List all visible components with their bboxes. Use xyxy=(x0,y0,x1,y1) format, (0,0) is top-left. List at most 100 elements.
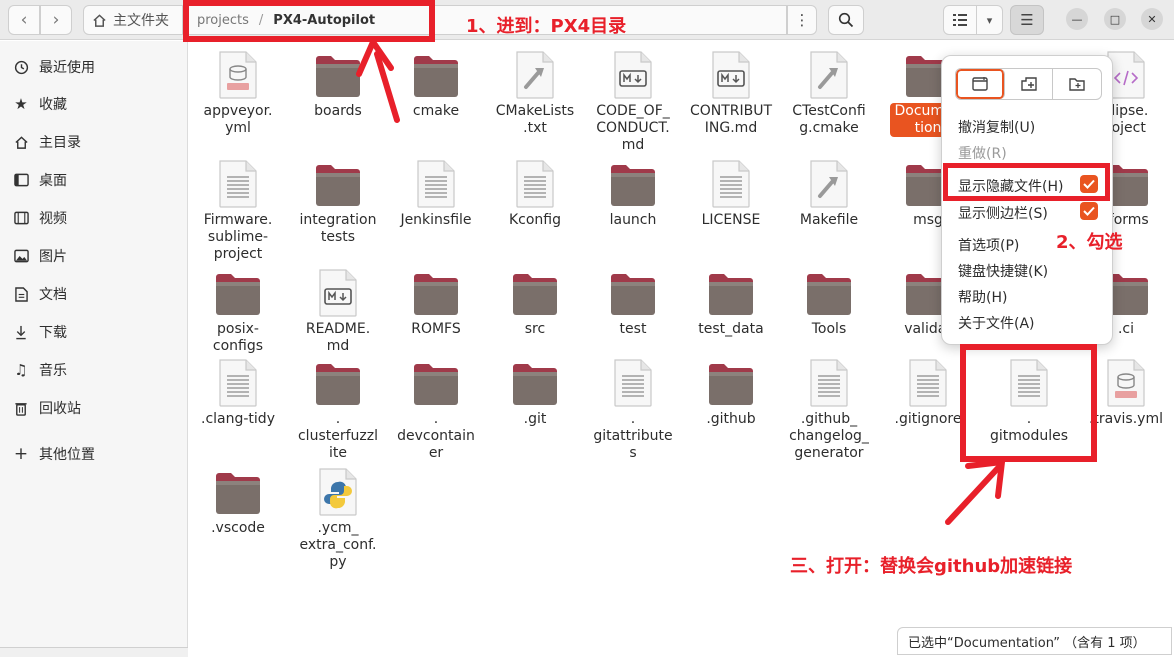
sidebar-item-label: 桌面 xyxy=(39,173,67,189)
document-icon xyxy=(12,286,30,302)
menu-item[interactable]: 帮助(H) xyxy=(958,287,1108,307)
file-item[interactable]: CONTRIBUT ING.md xyxy=(682,49,780,137)
file-item[interactable]: CMakeLists .txt xyxy=(486,49,584,137)
item-label: README. md xyxy=(305,321,371,354)
sidebar-item-trash[interactable]: 回收站 xyxy=(0,392,188,424)
sidebar-item-clock[interactable]: 最近使用 xyxy=(0,51,188,83)
item-label: ROMFS xyxy=(411,321,461,337)
folder-item[interactable]: test_data xyxy=(682,267,780,338)
markdown-icon xyxy=(612,49,654,99)
new-folder-button[interactable] xyxy=(1053,69,1101,99)
folder-icon xyxy=(805,267,853,317)
text-icon xyxy=(907,357,949,407)
folder-item[interactable]: . clusterfuzzl ite xyxy=(289,357,387,462)
annotation-arrow-up-icon xyxy=(356,40,400,123)
folder-item[interactable]: test xyxy=(584,267,682,338)
sidebar-item-label: 图片 xyxy=(39,249,67,265)
annotation-box-hidden-files xyxy=(943,163,1110,201)
folder-item[interactable]: .github xyxy=(682,357,780,428)
list-view-button[interactable] xyxy=(943,5,977,35)
annotation-box-path xyxy=(183,0,435,42)
text-icon xyxy=(710,158,752,208)
menu-item[interactable]: 键盘快捷键(K) xyxy=(958,261,1108,281)
file-item[interactable]: README. md xyxy=(289,267,387,355)
file-item[interactable]: appveyor. yml xyxy=(189,49,287,137)
sidebar-item-picture[interactable]: 图片 xyxy=(0,240,188,272)
text-icon xyxy=(415,158,457,208)
file-item[interactable]: Makefile xyxy=(780,158,878,229)
file-item[interactable]: LICENSE xyxy=(682,158,780,229)
maximize-icon: □ xyxy=(1109,12,1121,26)
menu-item[interactable]: 撤消复制(U) xyxy=(958,117,1108,137)
item-label: . devcontain er xyxy=(397,411,475,461)
sidebar-item-star[interactable]: ★ 收藏 xyxy=(0,88,188,120)
close-button[interactable]: ✕ xyxy=(1141,8,1163,30)
path-home-button[interactable]: 主文件夹 xyxy=(83,5,183,35)
menu-item[interactable]: 关于文件(A) xyxy=(958,313,1108,333)
new-window-button[interactable] xyxy=(956,69,1005,99)
item-label: .github_ changelog_ generator xyxy=(789,411,869,461)
back-button[interactable]: ‹ xyxy=(8,5,40,35)
item-label: .git xyxy=(523,411,547,427)
view-options-dropdown[interactable]: ▾ xyxy=(977,5,1003,35)
sidebar-item-download[interactable]: 下载 xyxy=(0,316,188,348)
forward-button[interactable]: › xyxy=(40,5,72,35)
item-label: CMakeLists .txt xyxy=(495,103,575,136)
folder-item[interactable]: . devcontain er xyxy=(387,357,485,462)
folder-item[interactable]: posix- configs xyxy=(189,267,287,355)
script-icon xyxy=(808,158,850,208)
folder-item[interactable]: src xyxy=(486,267,584,338)
sidebar-item-document[interactable]: 文档 xyxy=(0,278,188,310)
text-icon xyxy=(514,158,556,208)
folder-item[interactable]: .vscode xyxy=(189,466,287,537)
path-menu-button[interactable]: ⋮ xyxy=(787,5,817,35)
minimize-icon: — xyxy=(1071,12,1083,26)
file-item[interactable]: .ycm_ extra_conf. py xyxy=(289,466,387,571)
item-label: Makefile xyxy=(799,212,859,228)
new-tab-button[interactable] xyxy=(1005,69,1054,99)
python-icon xyxy=(317,466,359,516)
item-label: Kconfig xyxy=(508,212,562,228)
file-item[interactable]: Jenkinsfile xyxy=(387,158,485,229)
sidebar-item-plus[interactable]: + 其他位置 xyxy=(0,438,188,470)
menu-item[interactable]: 重做(R) xyxy=(958,143,1108,163)
file-item[interactable]: CODE_OF_ CONDUCT. md xyxy=(584,49,682,154)
new-window-icon xyxy=(972,77,988,91)
search-button[interactable] xyxy=(828,5,864,35)
checkbox-checked[interactable] xyxy=(1080,202,1098,220)
home-icon xyxy=(12,135,30,150)
file-item[interactable]: Kconfig xyxy=(486,158,584,229)
menu-item-label: 首选项(P) xyxy=(958,238,1020,254)
markdown-icon xyxy=(710,49,752,99)
minimize-button[interactable]: — xyxy=(1066,8,1088,30)
item-label: Tools xyxy=(811,321,847,337)
folder-item[interactable]: .git xyxy=(486,357,584,428)
folder-item[interactable]: launch xyxy=(584,158,682,229)
sidebar-item-desktop[interactable]: 桌面 xyxy=(0,164,188,196)
sidebar-item-home[interactable]: 主目录 xyxy=(0,126,188,158)
menu-action-buttons xyxy=(955,68,1102,100)
folder-icon xyxy=(609,158,657,208)
text-icon xyxy=(217,357,259,407)
music-icon: ♫ xyxy=(14,361,28,379)
picture-icon xyxy=(12,249,30,263)
main-menu-button[interactable]: ☰ xyxy=(1010,5,1044,35)
menu-item-label: 帮助(H) xyxy=(958,290,1008,306)
file-item[interactable]: .clang-tidy xyxy=(189,357,287,428)
yaml-icon xyxy=(1105,357,1147,407)
folder-icon xyxy=(412,357,460,407)
sidebar-item-music[interactable]: ♫ 音乐 xyxy=(0,354,188,386)
folder-item[interactable]: ROMFS xyxy=(387,267,485,338)
maximize-button[interactable]: □ xyxy=(1104,8,1126,30)
sidebar-bottom-strip xyxy=(0,647,188,657)
file-item[interactable]: . gitattribute s xyxy=(584,357,682,462)
folder-item[interactable]: Tools xyxy=(780,267,878,338)
chevron-right-icon: › xyxy=(52,10,60,30)
folder-item[interactable]: integration tests xyxy=(289,158,387,246)
sidebar-item-label: 其他位置 xyxy=(39,447,95,463)
sidebar-item-video[interactable]: 视频 xyxy=(0,202,188,234)
file-item[interactable]: CTestConfi g.cmake xyxy=(780,49,878,137)
file-item[interactable]: .github_ changelog_ generator xyxy=(780,357,878,462)
folder-icon xyxy=(511,357,559,407)
file-item[interactable]: Firmware. sublime- project xyxy=(189,158,287,263)
